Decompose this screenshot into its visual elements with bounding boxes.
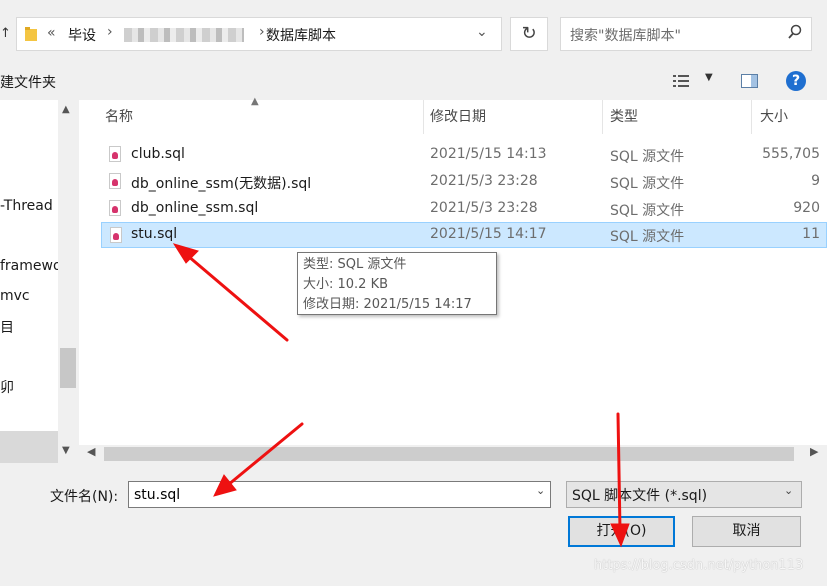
chevron-right-icon[interactable]: › xyxy=(259,24,265,40)
scroll-right-icon[interactable]: ▶ xyxy=(810,445,818,458)
horizontal-scrollbar[interactable]: ◀ ▶ xyxy=(79,445,827,463)
file-type: SQL 源文件 xyxy=(610,176,685,192)
sql-file-icon xyxy=(109,146,121,162)
file-modified: 2021/5/15 14:13 xyxy=(430,146,547,162)
column-divider[interactable] xyxy=(423,100,424,134)
nav-scrollbar[interactable]: ▲ ▼ xyxy=(58,100,78,463)
scroll-thumb[interactable] xyxy=(104,447,794,461)
breadcrumb-overflow[interactable]: « xyxy=(47,25,56,41)
file-size: 9 xyxy=(811,173,820,189)
file-name: db_online_ssm.sql xyxy=(131,200,259,216)
search-box[interactable]: 搜索"数据库脚本" xyxy=(560,17,812,51)
file-size: 555,705 xyxy=(762,146,820,162)
file-name: db_online_ssm(无数据).sql xyxy=(131,176,312,192)
file-size: 920 xyxy=(793,200,820,216)
view-options-icon[interactable] xyxy=(673,74,689,88)
open-button[interactable]: 打开(O) xyxy=(568,516,675,547)
chevron-down-icon[interactable]: ⌄ xyxy=(476,24,488,40)
tooltip-modified: 修改日期: 2021/5/15 14:17 xyxy=(303,297,472,312)
file-tooltip: 类型: SQL 源文件 大小: 10.2 KB 修改日期: 2021/5/15 … xyxy=(297,252,497,315)
nav-item[interactable]: -Thread xyxy=(0,198,53,214)
search-icon[interactable] xyxy=(787,24,803,40)
breadcrumb-item[interactable]: 毕设 xyxy=(68,25,96,45)
column-header-size[interactable]: 大小 xyxy=(760,100,788,134)
file-type: SQL 源文件 xyxy=(610,229,685,245)
search-input[interactable]: 搜索"数据库脚本" xyxy=(570,25,681,45)
file-type: SQL 源文件 xyxy=(610,203,685,219)
filename-input[interactable] xyxy=(128,481,551,508)
scroll-up-icon[interactable]: ▲ xyxy=(62,104,70,115)
column-header-type[interactable]: 类型 xyxy=(610,100,638,134)
help-icon[interactable]: ? xyxy=(786,71,806,91)
column-header-modified[interactable]: 修改日期 xyxy=(430,100,486,134)
file-modified: 2021/5/3 23:28 xyxy=(430,173,538,189)
up-arrow-icon[interactable]: ↑ xyxy=(0,26,12,46)
folder-icon xyxy=(25,27,37,41)
nav-item[interactable]: 目 xyxy=(0,317,14,337)
scroll-thumb[interactable] xyxy=(60,348,76,388)
file-type: SQL 源文件 xyxy=(610,149,685,165)
filename-label: 文件名(N): xyxy=(50,489,119,505)
nav-item[interactable]: mvc xyxy=(0,288,30,304)
nav-item[interactable]: framewo xyxy=(0,258,62,274)
chevron-right-icon[interactable]: › xyxy=(107,24,113,40)
file-modified: 2021/5/15 14:17 xyxy=(430,226,547,242)
address-bar[interactable]: « 毕设 › › 数据库脚本 ⌄ xyxy=(16,17,502,51)
new-folder-button[interactable]: 建文件夹 xyxy=(0,72,56,92)
file-name: stu.sql xyxy=(131,226,178,242)
caret-down-icon[interactable]: ▼ xyxy=(705,72,713,83)
command-bar: 建文件夹 ▼ xyxy=(0,64,827,100)
filetype-select[interactable]: SQL 脚本文件 (*.sql) xyxy=(566,481,802,508)
scroll-down-icon[interactable]: ▼ xyxy=(62,445,70,456)
chevron-down-icon[interactable]: ⌄ xyxy=(784,484,793,497)
file-row[interactable]: club.sql 2021/5/15 14:13 SQL 源文件 555,705 xyxy=(101,142,827,168)
sort-ascending-icon: ▲ xyxy=(251,96,259,107)
nav-item-selected[interactable] xyxy=(0,431,58,463)
column-header-name[interactable]: 名称 xyxy=(105,100,133,134)
file-row-selected[interactable]: stu.sql 2021/5/15 14:17 SQL 源文件 11 xyxy=(101,222,827,248)
file-size: 11 xyxy=(802,226,820,242)
refresh-button[interactable]: ↻ xyxy=(510,17,548,51)
preview-pane-icon[interactable] xyxy=(741,74,758,88)
cancel-button[interactable]: 取消 xyxy=(692,516,801,547)
file-row[interactable]: db_online_ssm(无数据).sql 2021/5/3 23:28 SQ… xyxy=(101,169,827,195)
nav-item[interactable]: 卯 xyxy=(0,377,14,397)
file-row[interactable]: db_online_ssm.sql 2021/5/3 23:28 SQL 源文件… xyxy=(101,196,827,222)
breadcrumb-item[interactable]: 数据库脚本 xyxy=(266,25,336,45)
chevron-down-icon[interactable]: ⌄ xyxy=(536,484,545,497)
file-modified: 2021/5/3 23:28 xyxy=(430,200,538,216)
column-divider[interactable] xyxy=(751,100,752,134)
blurred-breadcrumb xyxy=(124,28,244,42)
file-name: club.sql xyxy=(131,146,185,162)
column-divider[interactable] xyxy=(602,100,603,134)
watermark: https://blog.csdn.net/python113 xyxy=(594,558,804,573)
scroll-left-icon[interactable]: ◀ xyxy=(87,445,95,458)
sql-file-icon xyxy=(110,227,122,243)
tooltip-size: 大小: 10.2 KB xyxy=(303,277,389,292)
sql-file-icon xyxy=(109,173,121,189)
tooltip-type: 类型: SQL 源文件 xyxy=(303,257,407,272)
sql-file-icon xyxy=(109,200,121,216)
